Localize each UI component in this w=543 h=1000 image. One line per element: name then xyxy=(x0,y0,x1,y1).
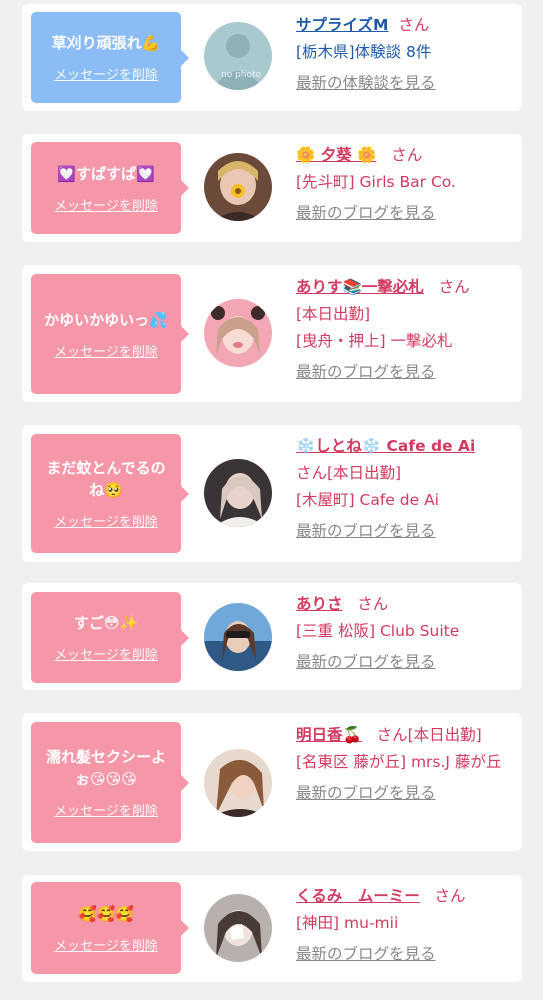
latest-link[interactable]: 最新のブログを見る xyxy=(296,359,518,386)
list-item: まだ蚊とんでるのね🥺 メッセージを削除 ❄️しとね❄️ Cafe de Ai さ… xyxy=(22,425,522,562)
avatar[interactable] xyxy=(204,299,272,367)
user-name-link[interactable]: 🌼 夕葵 🌼 xyxy=(296,146,376,164)
message-text: 🥰🥰🥰 xyxy=(77,904,135,923)
delete-message-link[interactable]: メッセージを削除 xyxy=(54,935,158,954)
delete-message-link[interactable]: メッセージを削除 xyxy=(54,64,158,83)
list-item: 濡れ髪セクシーよぉ😘😘😘 メッセージを削除 明日香🍒 さん[本日出勤] [名東区… xyxy=(22,713,522,851)
no-photo-text: no photo xyxy=(221,70,262,80)
user-detail: [木屋町] Cafe de Ai xyxy=(296,491,439,509)
latest-link[interactable]: 最新のブログを見る xyxy=(296,649,518,676)
message-text: すご😳✨ xyxy=(73,614,139,632)
avatar[interactable] xyxy=(204,603,272,671)
delete-message-link[interactable]: メッセージを削除 xyxy=(54,800,158,819)
delete-message-link[interactable]: メッセージを削除 xyxy=(54,195,158,214)
user-detail: [神田] mu-mii xyxy=(296,914,399,932)
message-text: まだ蚊とんでるのね🥺 xyxy=(46,459,166,499)
message-text: かゆいかゆいっ💦 xyxy=(44,310,168,329)
latest-link[interactable]: 最新のブログを見る xyxy=(296,780,518,807)
message-text: 💟すぱすぱ💟 xyxy=(57,164,155,183)
avatar[interactable] xyxy=(204,153,272,221)
honorific: さん[本日出勤] xyxy=(296,464,402,482)
user-info: ありす📚一撃必札 さん [本日出勤] [曳舟・押上] 一撃必札 最新のブログを見… xyxy=(296,274,518,386)
user-detail: [名東区 藤が丘] mrs.J 藤が丘 xyxy=(296,753,502,771)
honorific: さん xyxy=(391,146,423,164)
user-name-link[interactable]: 明日香🍒 xyxy=(296,726,362,744)
delete-message-link[interactable]: メッセージを削除 xyxy=(54,341,158,360)
user-info: 🌼 夕葵 🌼 さん [先斗町] Girls Bar Co. 最新のブログを見る xyxy=(296,142,518,227)
latest-link[interactable]: 最新の体験談を見る xyxy=(296,70,518,97)
avatar[interactable] xyxy=(204,459,272,527)
message-bubble: まだ蚊とんでるのね🥺 メッセージを削除 xyxy=(31,434,189,553)
list-item: すご😳✨ メッセージを削除 ありさ さん [三重 松阪] Club Suite … xyxy=(22,583,522,690)
message-bubble: 草刈り頑張れ💪 メッセージを削除 xyxy=(31,12,189,103)
user-info: ❄️しとね❄️ Cafe de Ai さん[本日出勤] [木屋町] Cafe d… xyxy=(296,433,518,545)
list-item: かゆいかゆいっ💦 メッセージを削除 ありす📚一撃必札 さん [本日出勤] [曳舟… xyxy=(22,265,522,402)
user-name-link[interactable]: くるみ ムーミー xyxy=(296,887,420,905)
avatar[interactable] xyxy=(204,749,272,817)
user-name-link[interactable]: ❄️しとね❄️ Cafe de Ai xyxy=(296,437,475,455)
user-name-link[interactable]: サプライズM xyxy=(296,16,388,34)
message-bubble: 💟すぱすぱ💟 メッセージを削除 xyxy=(31,142,189,234)
message-list: 草刈り頑張れ💪 メッセージを削除 no photo サプライズM さん [栃木県… xyxy=(0,0,543,1000)
message-bubble: かゆいかゆいっ💦 メッセージを削除 xyxy=(31,274,189,394)
latest-link[interactable]: 最新のブログを見る xyxy=(296,200,518,227)
delete-message-link[interactable]: メッセージを削除 xyxy=(54,511,158,530)
latest-link[interactable]: 最新のブログを見る xyxy=(296,941,518,968)
user-detail: [曳舟・押上] 一撃必札 xyxy=(296,332,453,350)
user-detail: [三重 松阪] Club Suite xyxy=(296,622,460,640)
user-detail: [栃木県]体験談 8件 xyxy=(296,43,432,61)
message-text: 草刈り頑張れ💪 xyxy=(51,34,161,52)
delete-message-link[interactable]: メッセージを削除 xyxy=(54,644,158,663)
honorific: さん xyxy=(357,595,389,613)
user-detail: [先斗町] Girls Bar Co. xyxy=(296,173,456,191)
honorific: さん xyxy=(438,278,470,296)
user-name-link[interactable]: ありす📚一撃必札 xyxy=(296,278,424,296)
honorific: さん[本日出勤] xyxy=(376,726,482,744)
message-bubble: 濡れ髪セクシーよぉ😘😘😘 メッセージを削除 xyxy=(31,722,189,843)
user-info: サプライズM さん [栃木県]体験談 8件 最新の体験談を見る xyxy=(296,12,518,97)
user-name-link[interactable]: ありさ xyxy=(296,595,343,613)
list-item: 草刈り頑張れ💪 メッセージを削除 no photo サプライズM さん [栃木県… xyxy=(22,4,522,111)
honorific: さん xyxy=(398,16,430,34)
avatar[interactable]: no photo xyxy=(204,22,272,90)
user-info: ありさ さん [三重 松阪] Club Suite 最新のブログを見る xyxy=(296,591,518,676)
message-bubble: すご😳✨ メッセージを削除 xyxy=(31,592,189,683)
latest-link[interactable]: 最新のブログを見る xyxy=(296,518,518,545)
list-item: 🥰🥰🥰 メッセージを削除 くるみ ムーミー さん [神田] mu-mii 最新の… xyxy=(22,875,522,982)
message-bubble: 🥰🥰🥰 メッセージを削除 xyxy=(31,882,189,974)
honorific: さん xyxy=(434,887,466,905)
user-info: くるみ ムーミー さん [神田] mu-mii 最新のブログを見る xyxy=(296,883,518,968)
avatar[interactable] xyxy=(204,894,272,962)
list-item: 💟すぱすぱ💟 メッセージを削除 🌼 夕葵 🌼 さん [先斗町] Girls Ba… xyxy=(22,134,522,242)
user-info: 明日香🍒 さん[本日出勤] [名東区 藤が丘] mrs.J 藤が丘 最新のブログ… xyxy=(296,722,518,807)
user-status: [本日出勤] xyxy=(296,305,371,323)
message-text: 濡れ髪セクシーよぉ😘😘😘 xyxy=(45,748,166,788)
